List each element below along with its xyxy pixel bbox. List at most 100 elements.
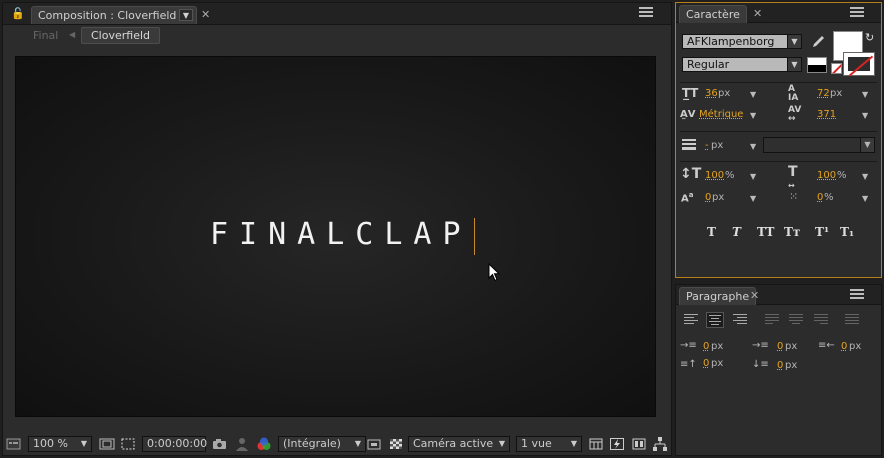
panel-menu-icon[interactable] (639, 7, 653, 17)
vertical-scale-unit: % (725, 170, 735, 181)
leading-unit: px (830, 88, 843, 99)
align-right-icon[interactable] (733, 312, 751, 328)
black-white-swatch[interactable] (807, 57, 827, 73)
chevron-down-icon: ▼ (498, 439, 505, 448)
kerning-value[interactable]: Métrique (699, 109, 743, 120)
faux-italic-button[interactable]: T (732, 225, 741, 239)
stroke-width-unit: px (711, 140, 724, 151)
tab-paragraph[interactable]: Paragraphe (679, 287, 757, 305)
chevron-down-icon[interactable]: ▼ (750, 172, 756, 181)
horizontal-scale-value[interactable]: 100 (817, 170, 836, 181)
small-caps-button[interactable]: Tт (784, 225, 800, 239)
text-cursor (474, 218, 475, 255)
chevron-down-icon[interactable]: ▼ (750, 142, 756, 151)
baseline-shift-unit: px (712, 192, 725, 203)
align-left-icon[interactable] (684, 312, 702, 328)
indent-right-value[interactable]: 0 (841, 341, 847, 352)
region-of-interest-icon[interactable] (120, 436, 136, 452)
indent-left-value[interactable]: 0 (703, 341, 709, 352)
always-preview-icon[interactable] (6, 436, 22, 452)
tab-character[interactable]: Caractère (679, 5, 747, 23)
breadcrumb-current[interactable]: Cloverfield (81, 27, 161, 44)
character-tab-bar: Caractère ✕ (676, 3, 881, 23)
flowchart-icon[interactable] (652, 436, 668, 452)
chevron-down-icon[interactable]: ▼ (862, 194, 868, 203)
snapshot-person-icon[interactable] (234, 436, 250, 452)
eyedropper-icon[interactable] (810, 34, 826, 50)
superscript-button[interactable]: T¹ (815, 225, 829, 239)
vertical-scale-value[interactable]: 100 (705, 170, 724, 181)
leading-value[interactable]: 72 (817, 88, 830, 99)
tsume-value[interactable]: 0 (817, 192, 823, 203)
toggle-pixel-aspect-icon[interactable] (588, 436, 604, 452)
panel-menu-icon[interactable] (850, 289, 864, 299)
justify-last-center-icon[interactable] (789, 312, 807, 328)
subscript-button[interactable]: T₁ (840, 225, 854, 239)
indent-left-icon: →≡ (680, 340, 697, 351)
breadcrumb-final[interactable]: Final (33, 29, 58, 42)
composition-dropdown-icon[interactable]: ▼ (179, 9, 193, 21)
chevron-down-icon[interactable]: ▼ (750, 194, 756, 203)
indent-right-icon: ≡← (818, 340, 835, 351)
close-icon[interactable]: ✕ (753, 7, 762, 20)
font-size-value[interactable]: 36 (705, 88, 718, 99)
chevron-down-icon[interactable]: ▼ (750, 90, 756, 99)
composition-viewer[interactable]: FINALCLAP (15, 56, 656, 417)
chevron-down-icon: ▼ (787, 35, 801, 48)
indent-left-unit: px (711, 341, 724, 352)
transparency-grid-icon[interactable] (388, 436, 404, 452)
space-after-value[interactable]: 0 (777, 360, 783, 371)
indent-right-unit: px (849, 341, 862, 352)
no-color-swatch[interactable] (831, 63, 842, 74)
chevron-down-icon[interactable]: ▼ (862, 90, 868, 99)
fast-previews-icon[interactable] (366, 436, 382, 452)
fast-preview-lightning-icon[interactable] (609, 436, 625, 452)
tab-composition[interactable]: Composition : Cloverfield ▼ (31, 6, 197, 24)
space-before-value[interactable]: 0 (703, 358, 709, 369)
resolution-dropdown[interactable]: (Intégrale) ▼ (278, 436, 366, 452)
swap-colors-icon[interactable]: ↻ (865, 31, 874, 44)
viewer-text[interactable]: FINALCLAP (210, 217, 472, 252)
resolution-value: (Intégrale) (283, 437, 341, 450)
color-channels-icon[interactable] (256, 436, 272, 452)
panel-menu-icon[interactable] (850, 7, 864, 17)
close-icon[interactable]: ✕ (750, 289, 759, 302)
justify-last-left-icon[interactable] (765, 312, 783, 328)
chevron-down-icon[interactable]: ▼ (750, 111, 756, 120)
chevron-down-icon: ▼ (80, 439, 87, 448)
composition-tab-label: Composition : Cloverfield (38, 9, 177, 22)
font-style-dropdown[interactable]: Regular ▼ (682, 57, 802, 72)
breadcrumb: Final ◀ Cloverfield (3, 26, 671, 46)
timeline-icon[interactable] (631, 436, 647, 452)
zoom-dropdown[interactable]: 100 % ▼ (28, 436, 92, 452)
font-size-unit: px (718, 88, 731, 99)
all-caps-button[interactable]: TT (757, 225, 774, 239)
timecode-value: 0:00:00:00 (147, 437, 208, 450)
lock-icon[interactable]: 🔓 (11, 7, 25, 20)
tracking-icon: AV ↔ (788, 105, 802, 124)
justify-last-right-icon[interactable] (814, 312, 832, 328)
font-family-dropdown[interactable]: AFKlampenborg ▼ (682, 34, 802, 49)
faux-bold-button[interactable]: T (707, 225, 716, 239)
space-after-unit: px (785, 360, 798, 371)
tracking-value[interactable]: 371 (817, 109, 836, 120)
views-dropdown[interactable]: 1 vue ▼ (516, 436, 582, 452)
close-icon[interactable]: ✕ (201, 8, 210, 21)
camera-view-dropdown[interactable]: Caméra active ▼ (408, 436, 510, 452)
indent-first-line-value[interactable]: 0 (777, 341, 783, 352)
stroke-style-dropdown[interactable]: ▼ (763, 137, 875, 153)
stroke-color-swatch[interactable] (843, 52, 875, 77)
kerning-icon: A̰V (680, 109, 696, 120)
justify-all-icon[interactable] (845, 312, 863, 328)
indent-first-line-unit: px (785, 341, 798, 352)
safe-zones-icon[interactable] (99, 436, 115, 452)
timecode-field[interactable]: 0:00:00:00 (142, 436, 208, 452)
baseline-shift-value[interactable]: 0 (705, 192, 711, 203)
chevron-down-icon[interactable]: ▼ (862, 111, 868, 120)
camera-icon[interactable] (212, 436, 228, 452)
stroke-width-value[interactable]: - (705, 140, 709, 151)
align-center-icon[interactable] (706, 312, 724, 328)
horizontal-scale-icon: T ↔ (788, 164, 798, 190)
indent-first-line-icon: →≡ (752, 340, 769, 351)
chevron-down-icon[interactable]: ▼ (862, 172, 868, 181)
